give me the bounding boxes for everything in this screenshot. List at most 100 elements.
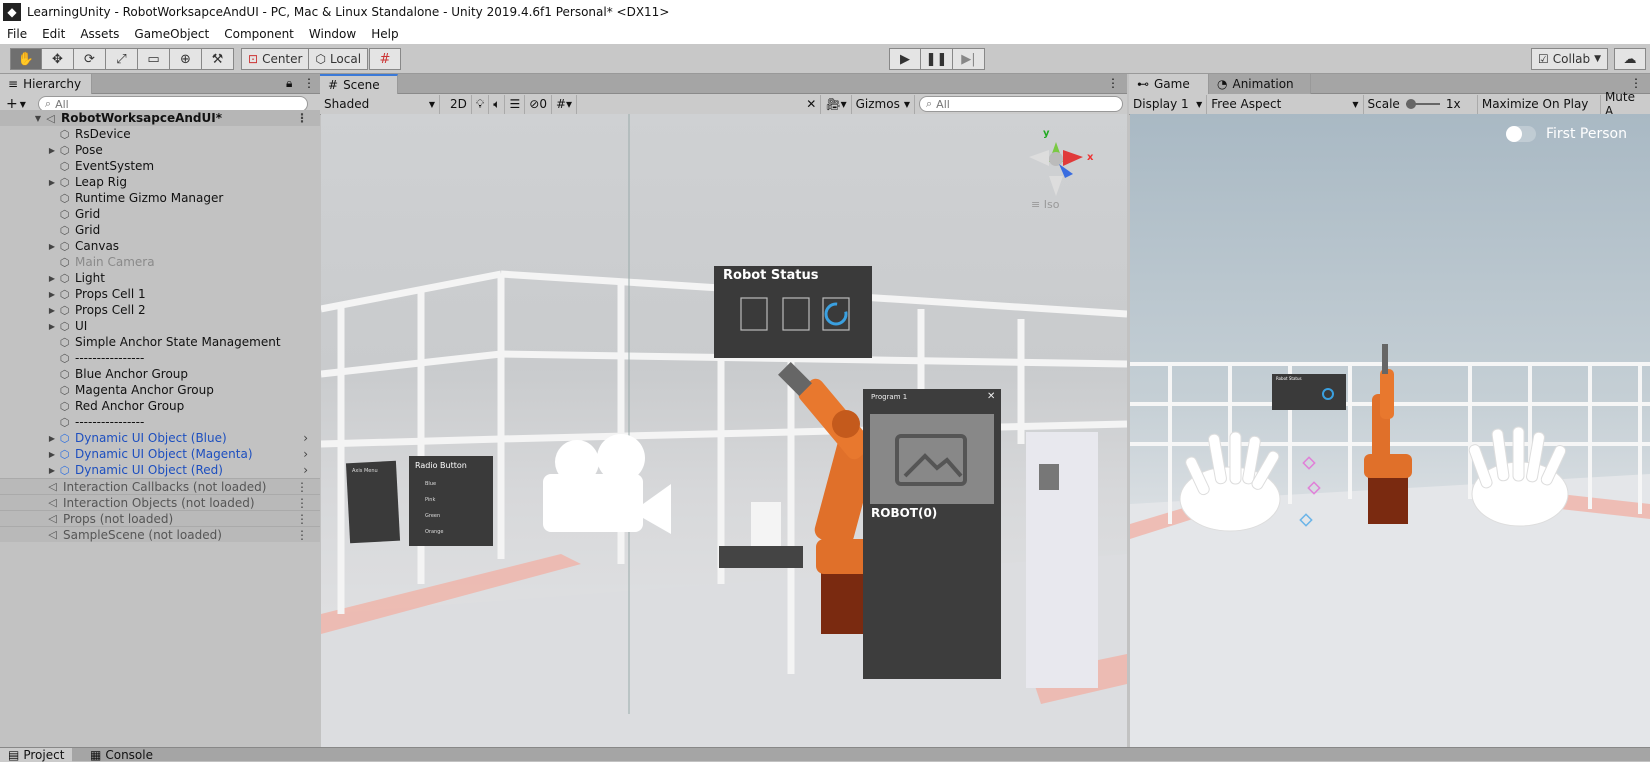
menu-help[interactable]: Help (364, 27, 406, 41)
mute-audio-toggle[interactable]: Mute A (1601, 90, 1650, 118)
scale-track[interactable] (1405, 99, 1440, 109)
radio-option[interactable]: Green (425, 508, 443, 524)
hierarchy-item[interactable]: ⬡ Magenta Anchor Group (0, 382, 320, 398)
hierarchy-item[interactable]: ⬡ Grid (0, 222, 320, 238)
scene-viewport[interactable]: Robot Status Radio Button Blue Pink Gree… (321, 114, 1127, 747)
kebab-menu-icon[interactable]: ⋮ (303, 76, 315, 90)
radio-option[interactable]: Pink (425, 492, 443, 508)
grid-toggle-icon[interactable]: #▾ (552, 94, 578, 114)
tab-animation[interactable]: ◔ Animation (1209, 74, 1311, 94)
menu-gameobject[interactable]: GameObject (127, 27, 217, 41)
chevron-right-icon[interactable]: › (303, 447, 308, 461)
scale-slider[interactable]: Scale 1x (1364, 94, 1478, 114)
lighting-icon[interactable]: 💡︎ (472, 94, 490, 114)
step-icon[interactable]: ▶| (953, 48, 985, 70)
hierarchy-item[interactable]: ⬡ Runtime Gizmo Manager (0, 190, 320, 206)
hierarchy-item[interactable]: ▶ ⬡ Canvas (0, 238, 320, 254)
hand-tool-icon[interactable]: ✋ (10, 48, 42, 70)
cloud-icon[interactable]: ☁ (1614, 48, 1646, 70)
mode-2d-button[interactable]: 2D (446, 94, 472, 114)
expand-arrow-icon[interactable]: ▶ (46, 466, 58, 475)
hierarchy-item[interactable]: ▶ ⬡ Props Cell 2 (0, 302, 320, 318)
menu-assets[interactable]: Assets (73, 27, 127, 41)
tab-game[interactable]: ⊷ Game (1129, 74, 1209, 94)
hierarchy-item[interactable]: ▶ ⬡ Light (0, 270, 320, 286)
hierarchy-item[interactable]: ⬡ ---------------- (0, 350, 320, 366)
hierarchy-item[interactable]: ⬡ EventSystem (0, 158, 320, 174)
hierarchy-item[interactable]: ▶ ⬡ Dynamic UI Object (Magenta) › (0, 446, 320, 462)
hierarchy-item[interactable]: ▶ ⬡ Dynamic UI Object (Red) › (0, 462, 320, 478)
first-person-toggle[interactable]: First Person (1506, 126, 1627, 142)
unloaded-scene-row[interactable]: ◁ Interaction Callbacks (not loaded) ⋮ (0, 478, 320, 494)
camera-icon[interactable]: 🎥︎▾ (821, 94, 852, 114)
toggle-switch[interactable] (1506, 126, 1536, 142)
hierarchy-item[interactable]: ⬡ Main Camera (0, 254, 320, 270)
hidden-objects-toggle[interactable]: ⊘ 0 (525, 94, 552, 114)
rect-tool-icon[interactable]: ▭ (138, 48, 170, 70)
chevron-right-icon[interactable]: › (303, 463, 308, 477)
aspect-dropdown[interactable]: Free Aspect ▼ (1207, 94, 1364, 114)
radio-option[interactable]: Orange (425, 524, 443, 540)
expand-arrow-icon[interactable]: ▶ (46, 434, 58, 443)
hierarchy-item[interactable]: ▶ ⬡ Pose (0, 142, 320, 158)
lock-icon[interactable]: 🔒︎ (286, 76, 292, 91)
kebab-menu-icon[interactable]: ⋮ (1107, 76, 1119, 90)
tab-console[interactable]: ▦ Console (82, 748, 161, 762)
kebab-menu-icon[interactable]: ⋮ (296, 496, 308, 510)
kebab-menu-icon[interactable]: ⋮ (1630, 76, 1642, 90)
move-tool-icon[interactable]: ✥ (42, 48, 74, 70)
iso-label[interactable]: ≡ Iso (1031, 198, 1059, 211)
menu-component[interactable]: Component (217, 27, 302, 41)
hierarchy-item[interactable]: ▶ ⬡ Dynamic UI Object (Blue) › (0, 430, 320, 446)
radio-option[interactable]: Blue (425, 476, 443, 492)
pivot-local-button[interactable]: ⬡ Local (309, 48, 369, 70)
scene-root-row[interactable]: ▼ ◁ RobotWorksapceAndUI* ⋮ (0, 110, 320, 126)
expand-arrow-icon[interactable]: ▶ (46, 306, 58, 315)
hierarchy-item[interactable]: ⬡ Grid (0, 206, 320, 222)
expand-arrow-icon[interactable]: ▶ (46, 146, 58, 155)
rotate-tool-icon[interactable]: ⟳ (74, 48, 106, 70)
close-icon[interactable]: ✕ (987, 391, 995, 402)
kebab-menu-icon[interactable]: ⋮ (296, 111, 308, 125)
scale-tool-icon[interactable]: ⤢ (106, 48, 138, 70)
chevron-down-icon[interactable]: ▼ (20, 100, 26, 109)
hierarchy-item[interactable]: ▶ ⬡ Leap Rig (0, 174, 320, 190)
custom-tool-icon[interactable]: ⚒ (202, 48, 234, 70)
expand-arrow-icon[interactable]: ▶ (46, 322, 58, 331)
kebab-menu-icon[interactable]: ⋮ (296, 528, 308, 542)
display-dropdown[interactable]: Display 1 ▼ (1129, 94, 1208, 114)
unloaded-scene-row[interactable]: ◁ SampleScene (not loaded) ⋮ (0, 526, 320, 542)
unloaded-scene-row[interactable]: ◁ Interaction Objects (not loaded) ⋮ (0, 494, 320, 510)
unloaded-scene-row[interactable]: ◁ Props (not loaded) ⋮ (0, 510, 320, 526)
expand-arrow-icon[interactable]: ▼ (32, 114, 44, 123)
game-viewport[interactable]: First Person Robot Status (1130, 114, 1650, 747)
gizmos-dropdown[interactable]: Gizmos ▼ (852, 94, 915, 114)
scale-handle[interactable] (1405, 99, 1416, 109)
hierarchy-item[interactable]: ⬡ RsDevice (0, 126, 320, 142)
audio-icon[interactable]: 🔈︎ (489, 94, 506, 114)
expand-arrow-icon[interactable]: ▶ (46, 290, 58, 299)
expand-arrow-icon[interactable]: ▶ (46, 178, 58, 187)
expand-arrow-icon[interactable]: ▶ (46, 274, 58, 283)
hierarchy-item[interactable]: ⬡ Blue Anchor Group (0, 366, 320, 382)
maximize-on-play-toggle[interactable]: Maximize On Play (1478, 94, 1601, 114)
hierarchy-item[interactable]: ▶ ⬡ Props Cell 1 (0, 286, 320, 302)
transform-tool-icon[interactable]: ⊕ (170, 48, 202, 70)
menu-window[interactable]: Window (302, 27, 364, 41)
hierarchy-item[interactable]: ▶ ⬡ UI (0, 318, 320, 334)
tab-hierarchy[interactable]: ≡ Hierarchy (0, 74, 92, 94)
menu-edit[interactable]: Edit (35, 27, 73, 41)
chevron-right-icon[interactable]: › (303, 431, 308, 445)
play-icon[interactable]: ▶ (889, 48, 921, 70)
kebab-menu-icon[interactable]: ⋮ (296, 480, 308, 494)
tab-scene[interactable]: # Scene (320, 74, 398, 94)
pivot-center-button[interactable]: ⊡ Center (241, 48, 310, 70)
grid-snap-icon[interactable]: # (369, 48, 401, 70)
hierarchy-item[interactable]: ⬡ Simple Anchor State Management (0, 334, 320, 350)
effects-icon[interactable]: ☰ (505, 94, 526, 114)
hierarchy-item[interactable]: ⬡ ---------------- (0, 414, 320, 430)
tab-project[interactable]: ▤ Project (0, 748, 73, 762)
collab-button[interactable]: ☑ Collab ▼ (1531, 48, 1609, 70)
scene-search-input[interactable]: ⌕ All (919, 96, 1123, 112)
kebab-menu-icon[interactable]: ⋮ (296, 512, 308, 526)
